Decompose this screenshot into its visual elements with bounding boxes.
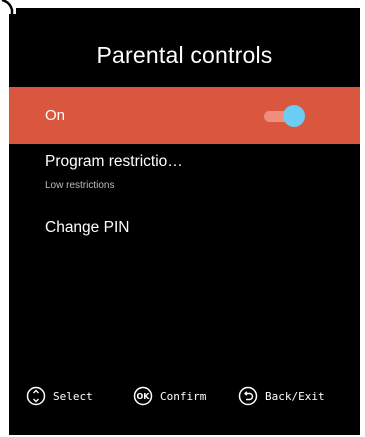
dpad-icon [26,386,46,406]
menu-item-program-restrictions-label: Program restrictio… [45,153,183,170]
hint-back-label: Back/Exit [265,389,325,403]
hint-select-label: Select [53,389,93,403]
button-hints-bar: Select OK Confirm Back/Exit [9,384,360,408]
menu-item-change-pin[interactable]: Change PIN [9,211,360,241]
menu-item-on[interactable]: On [9,87,360,144]
hint-confirm-label: Confirm [160,389,207,403]
menu-item-program-restrictions-value: Low restrictions [45,180,115,191]
hint-confirm: OK Confirm [133,384,206,408]
hint-select: Select [26,384,93,408]
page-title: Parental controls [96,42,273,68]
back-arrow-icon [238,386,258,406]
menu-item-change-pin-label: Change PIN [45,219,130,236]
ok-button-icon-text: OK [137,392,151,401]
menu-item-program-restrictions[interactable]: Program restrictio… Low restrictions [9,147,360,203]
parental-controls-toggle[interactable] [264,105,306,127]
hint-back: Back/Exit [238,384,325,408]
toggle-thumb [283,105,305,127]
ok-button-icon: OK [133,386,153,406]
parental-controls-panel: Parental controls On Program restrictio…… [9,8,360,435]
corner-mark-icon [0,0,16,14]
menu-item-on-label: On [45,107,66,124]
